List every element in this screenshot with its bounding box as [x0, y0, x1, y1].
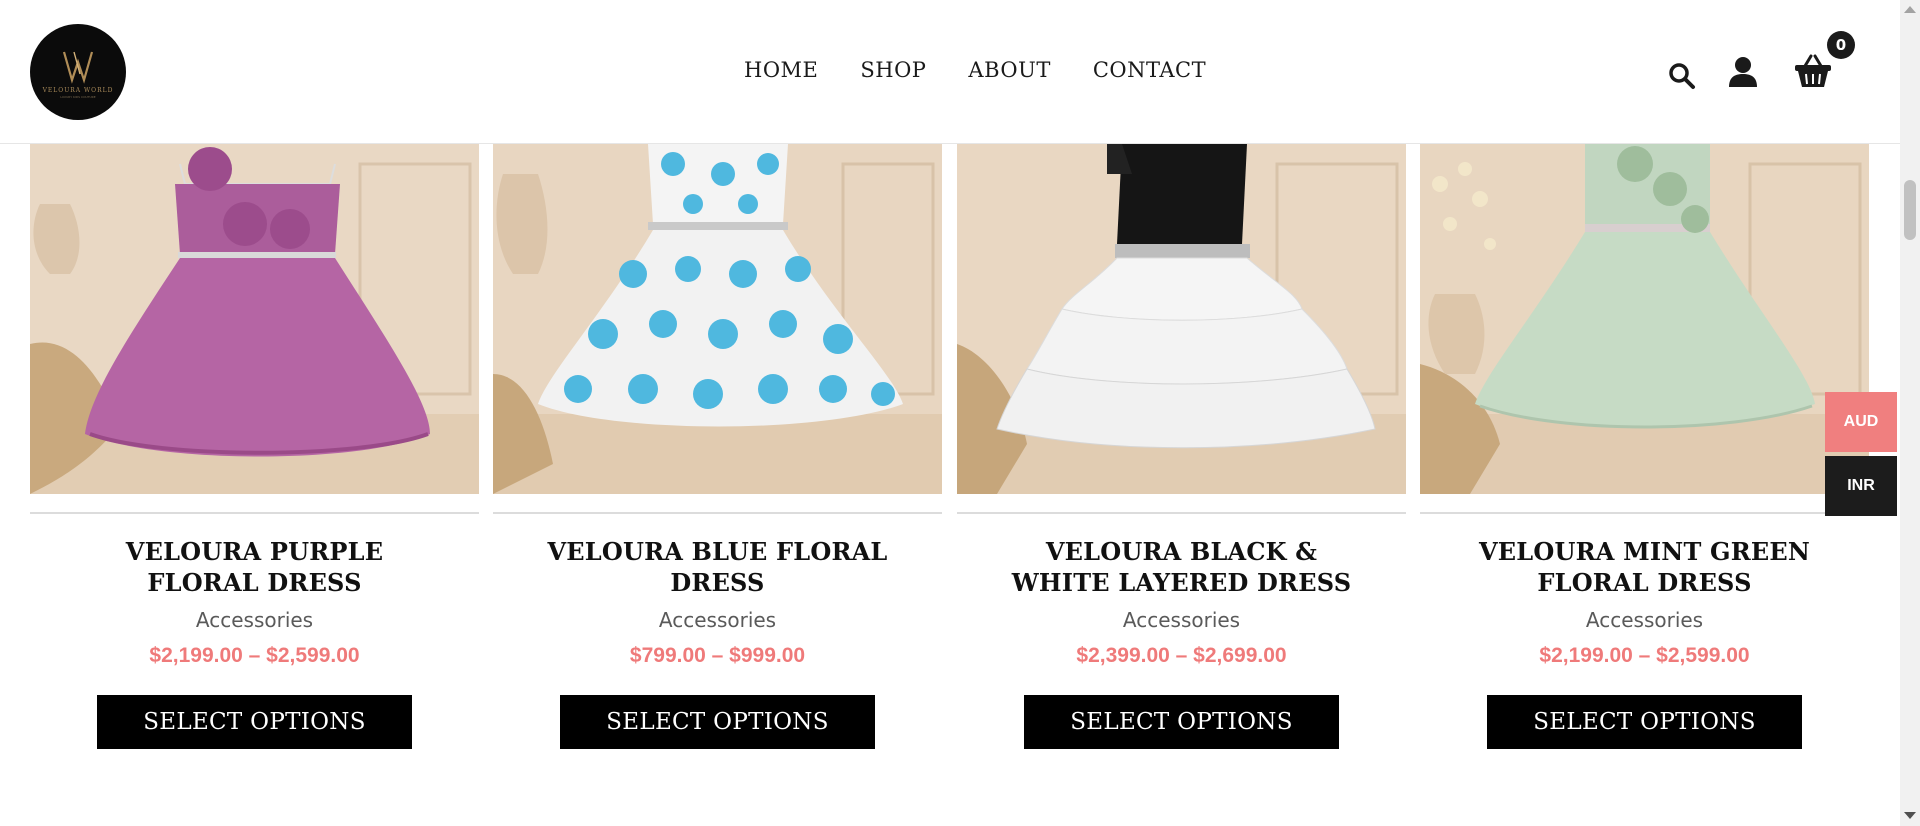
divider — [493, 512, 942, 514]
product-card: VELOURA PURPLE FLORAL DRESS Accessories … — [30, 144, 479, 749]
search-icon[interactable] — [1668, 62, 1696, 90]
currency-aud-button[interactable]: AUD — [1825, 392, 1897, 452]
product-category[interactable]: Accessories — [957, 608, 1406, 632]
monogram-icon — [62, 51, 94, 84]
main-nav: HOME SHOP ABOUT CONTACT — [744, 58, 1206, 82]
divider — [957, 512, 1406, 514]
product-title[interactable]: VELOURA PURPLE FLORAL DRESS — [30, 536, 479, 598]
product-category[interactable]: Accessories — [493, 608, 942, 632]
cart-count-badge: 0 — [1827, 31, 1855, 59]
product-image[interactable] — [957, 144, 1406, 494]
product-price: $2,399.00 – $2,699.00 — [1076, 644, 1287, 667]
site-header: VELOURA WORLD LUXURY KIDS COUTURE HOME S… — [0, 0, 1900, 144]
product-grid: VELOURA PURPLE FLORAL DRESS Accessories … — [30, 144, 1870, 826]
nav-contact[interactable]: CONTACT — [1093, 58, 1206, 82]
divider — [1420, 512, 1869, 514]
logo-text: VELOURA WORLD — [42, 86, 114, 94]
nav-about[interactable]: ABOUT — [968, 58, 1050, 82]
scroll-down-icon[interactable] — [1904, 812, 1916, 819]
select-options-button[interactable]: SELECT OPTIONS — [1024, 695, 1339, 749]
scrollbar[interactable] — [1900, 0, 1920, 826]
nav-shop[interactable]: SHOP — [860, 58, 926, 82]
select-options-button[interactable]: SELECT OPTIONS — [1487, 695, 1802, 749]
product-title[interactable]: VELOURA BLUE FLORAL DRESS — [493, 536, 942, 598]
scrollbar-thumb[interactable] — [1904, 180, 1916, 240]
scroll-up-icon[interactable] — [1904, 6, 1916, 13]
divider — [30, 512, 479, 514]
logo-subtext: LUXURY KIDS COUTURE — [60, 94, 96, 99]
product-price: $799.00 – $999.00 — [629, 644, 806, 667]
product-image[interactable] — [1420, 144, 1869, 494]
product-price: $2,199.00 – $2,599.00 — [1539, 644, 1750, 667]
product-card: VELOURA MINT GREEN FLORAL DRESS Accessor… — [1420, 144, 1869, 749]
select-options-button[interactable]: SELECT OPTIONS — [97, 695, 412, 749]
product-title[interactable]: VELOURA BLACK & WHITE LAYERED DRESS — [957, 536, 1406, 598]
account-icon[interactable] — [1728, 56, 1758, 88]
product-category[interactable]: Accessories — [30, 608, 479, 632]
product-card: VELOURA BLACK & WHITE LAYERED DRESS Acce… — [957, 144, 1406, 749]
brand-logo[interactable]: VELOURA WORLD LUXURY KIDS COUTURE — [30, 24, 126, 120]
cart-icon[interactable] — [1794, 54, 1832, 88]
nav-home[interactable]: HOME — [744, 58, 818, 82]
product-image[interactable] — [30, 144, 479, 494]
product-title[interactable]: VELOURA MINT GREEN FLORAL DRESS — [1420, 536, 1869, 598]
select-options-button[interactable]: SELECT OPTIONS — [560, 695, 875, 749]
product-category[interactable]: Accessories — [1420, 608, 1869, 632]
product-price: $2,199.00 – $2,599.00 — [149, 644, 360, 667]
currency-inr-button[interactable]: INR — [1825, 456, 1897, 516]
product-image[interactable] — [493, 144, 942, 494]
product-card: VELOURA BLUE FLORAL DRESS Accessories $7… — [493, 144, 942, 749]
